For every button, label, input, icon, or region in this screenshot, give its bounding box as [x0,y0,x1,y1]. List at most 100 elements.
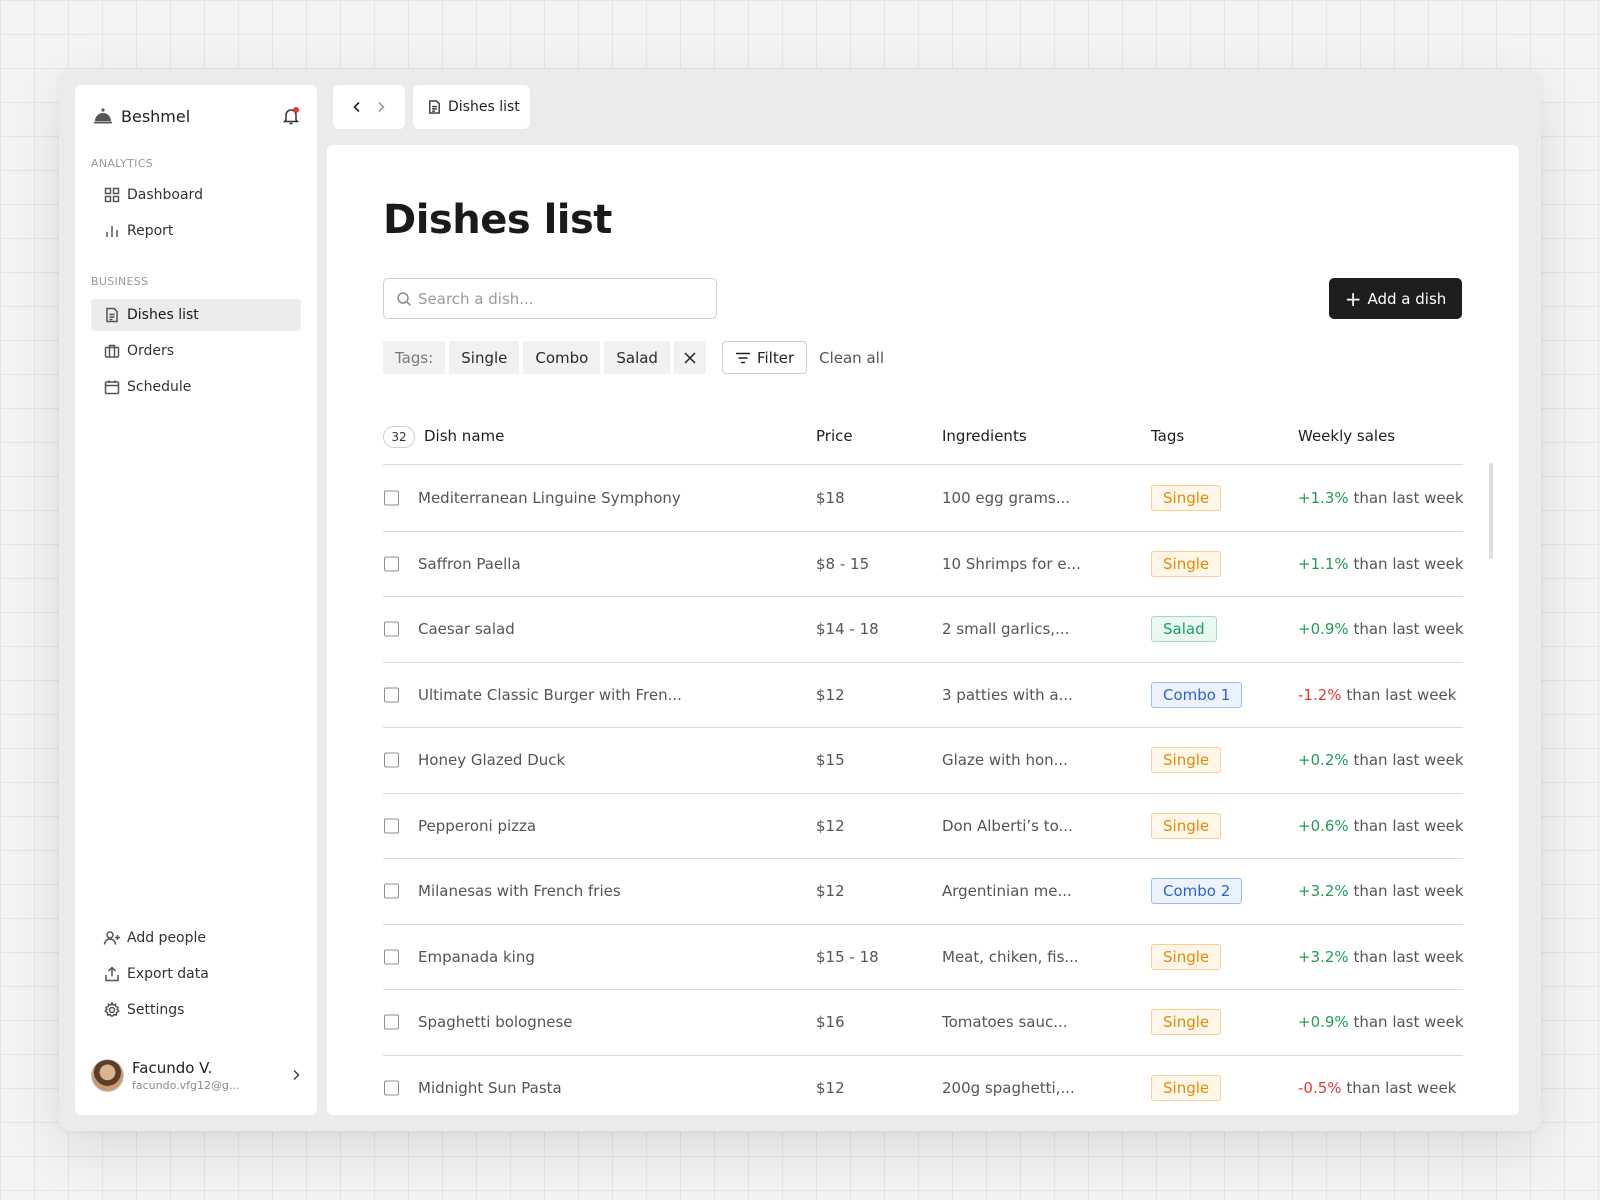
sidebar-item-schedule[interactable]: Schedule [91,371,301,403]
row-checkbox[interactable] [384,1014,399,1030]
dish-name[interactable]: Ultimate Classic Burger with Fren... [418,686,682,704]
sidebar-item-dishes-list[interactable]: Dishes list [91,299,301,331]
brand[interactable]: Beshmel [93,103,301,129]
table-row[interactable]: Midnight Sun Pasta $12 200g spaghetti,... S… [383,1056,1463,1116]
table-scrollbar[interactable] [1489,463,1493,559]
user-profile[interactable]: Facundo V. facundo.vfg12@g... [91,1055,301,1095]
row-checkbox[interactable] [384,490,399,506]
column-header-weekly-sales[interactable]: Weekly sales [1298,427,1395,445]
sidebar-item-orders[interactable]: Orders [91,335,301,367]
sidebar-item-dashboard[interactable]: Dashboard [91,179,301,211]
dish-name[interactable]: Pepperoni pizza [418,817,536,835]
export-data-button[interactable]: Export data [91,958,301,990]
dish-price: $18 [816,489,845,508]
table-row[interactable]: Ultimate Classic Burger with Fren... $12 3… [383,663,1463,728]
chevron-right-icon [291,1066,301,1085]
sales-change: +0.9% [1298,1013,1349,1032]
table-body: Mediterranean Linguine Symphony $18 100 eg… [383,466,1464,1116]
dish-tag: Single [1151,747,1222,774]
back-arrow-icon[interactable] [352,101,362,113]
dish-name[interactable]: Mediterranean Linguine Symphony [418,489,681,507]
weekly-sales: +0.2% than last week [1298,751,1464,769]
clear-tags-close-icon[interactable] [673,341,706,374]
add-dish-button[interactable]: + Add a dish [1329,278,1462,319]
dish-price: $12 [816,685,845,704]
dish-name[interactable]: Milanesas with French fries [418,882,621,900]
table-row[interactable]: Milanesas with French fries $12 Argentinia… [383,859,1464,925]
search-icon [396,291,412,307]
tag-chip-single[interactable]: Single [449,341,520,374]
dish-price: $15 - 18 [816,947,879,966]
table-row[interactable]: Honey Glazed Duck $15 Glaze with hon... Sin… [383,728,1464,794]
row-checkbox[interactable] [384,818,399,834]
dish-name[interactable]: Caesar salad [418,620,515,638]
sales-suffix: than last week [1353,947,1464,966]
table-row[interactable]: Mediterranean Linguine Symphony $18 100 eg… [383,466,1464,532]
sales-suffix: than last week [1353,816,1464,835]
row-checkbox[interactable] [384,1080,399,1096]
column-header-dish-name[interactable]: Dish name [424,427,504,445]
sales-change: +3.2% [1298,882,1349,901]
column-header-ingredients[interactable]: Ingredients [942,427,1027,445]
sales-change: +0.2% [1298,751,1349,770]
row-checkbox[interactable] [384,883,399,899]
sales-suffix: than last week [1353,1013,1464,1032]
sales-suffix: than last week [1353,554,1464,573]
notification-bell-icon[interactable] [281,106,301,126]
dish-name[interactable]: Honey Glazed Duck [418,751,565,769]
row-checkbox[interactable] [384,556,399,572]
grid-icon [103,186,121,204]
clean-all-link[interactable]: Clean all [819,349,884,367]
tab-label: Dishes list [448,99,520,115]
settings-button[interactable]: Settings [91,994,301,1026]
dish-name[interactable]: Empanada king [418,948,535,966]
dish-price: $12 [816,1078,845,1097]
tags-label: Tags: [383,341,446,374]
page-title: Dishes list [383,197,612,243]
table-header: 32 Dish name Price Ingredients Tags Week… [383,413,1463,465]
column-header-tags[interactable]: Tags [1151,427,1184,445]
dish-tag: Single [1151,812,1222,839]
dish-name[interactable]: Midnight Sun Pasta [418,1079,562,1097]
tab-dishes-list[interactable]: Dishes list [413,85,530,129]
sales-change: -1.2% [1298,685,1342,704]
add-people-label: Add people [127,930,207,946]
filter-button[interactable]: Filter [721,341,808,374]
notification-dot [293,107,299,113]
plus-icon: + [1344,286,1362,311]
sales-change: +1.3% [1298,489,1349,508]
tag-chip-salad[interactable]: Salad [604,341,670,374]
search-box[interactable] [383,278,717,319]
row-checkbox[interactable] [384,752,399,768]
dish-tag: Single [1151,1009,1222,1036]
row-checkbox[interactable] [384,621,399,637]
table-row[interactable]: Saffron Paella $8 - 15 10 Shrimps for e...… [383,532,1464,597]
sales-suffix: than last week [1353,620,1464,639]
add-people-button[interactable]: Add people [91,922,301,954]
dish-ingredients: 2 small garlics,... [942,620,1070,639]
dish-tag: Salad [1151,616,1217,643]
tag-chip-combo[interactable]: Combo [523,341,601,374]
table-row[interactable]: Pepperoni pizza $12 Don Alberti’s to... Sin… [383,794,1464,859]
bar-chart-icon [103,222,121,240]
weekly-sales: +3.2% than last week [1298,948,1464,966]
table-row[interactable]: Empanada king $15 - 18 Meat, chiken, fis..… [383,925,1464,990]
settings-label: Settings [127,1002,185,1018]
column-header-price[interactable]: Price [816,427,853,445]
dish-ingredients: Glaze with hon... [942,751,1068,770]
table-row[interactable]: Spaghetti bolognese $16 Tomatoes sauc... Si… [383,990,1464,1056]
dish-name[interactable]: Saffron Paella [418,555,521,573]
sidebar-item-report[interactable]: Report [91,215,301,247]
weekly-sales: +1.3% than last week [1298,489,1464,507]
add-dish-label: Add a dish [1367,289,1447,308]
sales-suffix: than last week [1346,1078,1457,1097]
row-checkbox[interactable] [384,687,399,703]
row-checkbox[interactable] [384,949,399,965]
forward-arrow-icon[interactable] [376,101,386,113]
search-input[interactable] [418,289,698,308]
dish-ingredients: Tomatoes sauc... [942,1013,1068,1032]
user-name: Facundo V. [132,1058,213,1077]
dish-name[interactable]: Spaghetti bolognese [418,1013,573,1031]
table-row[interactable]: Caesar salad $14 - 18 2 small garlics,... S… [383,597,1464,663]
sidebar-item-label: Dishes list [127,307,199,323]
